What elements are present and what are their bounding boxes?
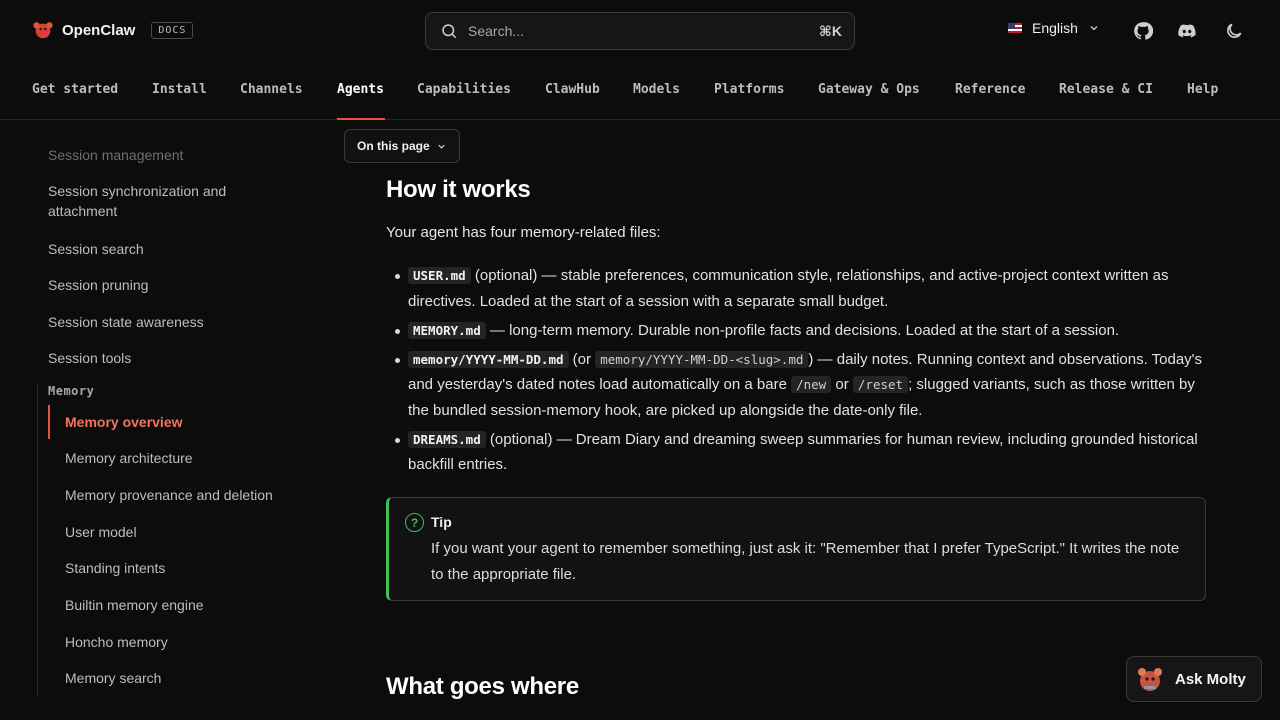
active-tab-indicator [337, 118, 385, 120]
on-this-page-button[interactable]: On this page [344, 129, 460, 163]
ask-molty-button[interactable]: Ask Molty [1126, 656, 1262, 702]
tip-title: Tip [431, 514, 452, 530]
sidebar-item-session-state-awareness[interactable]: Session state awareness [48, 312, 268, 332]
on-this-page-label: On this page [357, 139, 430, 153]
tab-get-started[interactable]: Get started [32, 82, 118, 97]
sidebar-item-session-pruning[interactable]: Session pruning [48, 275, 268, 295]
top-bar: OpenClaw DOCS Search... ⌘K English [0, 0, 1280, 62]
heading-how-it-works: How it works [386, 176, 531, 203]
sidebar-item-standing-intents[interactable]: Standing intents [65, 558, 165, 578]
discord-icon[interactable] [1177, 21, 1197, 41]
tab-release-ci[interactable]: Release & CI [1059, 82, 1153, 97]
sidebar-item-session-search[interactable]: Session search [48, 239, 268, 259]
list-item: USER.md (optional) — stable preferences,… [386, 263, 1206, 314]
tab-models[interactable]: Models [633, 82, 680, 97]
tip-callout: ? Tip If you want your agent to remember… [386, 497, 1206, 601]
tab-install[interactable]: Install [152, 82, 207, 97]
sidebar-item-session-management[interactable]: Session management [48, 145, 268, 165]
moon-icon[interactable] [1224, 21, 1244, 41]
logo[interactable]: OpenClaw DOCS [32, 19, 194, 41]
search-input[interactable]: Search... ⌘K [425, 12, 855, 50]
tab-gateway-ops[interactable]: Gateway & Ops [818, 82, 920, 97]
list-item: MEMORY.md — long-term memory. Durable no… [386, 318, 1206, 344]
molty-avatar-icon [1138, 668, 1162, 691]
language-selector[interactable]: English [1008, 20, 1100, 36]
question-icon: ? [405, 513, 424, 532]
inline-code: memory/YYYY-MM-DD.md [408, 350, 569, 368]
tab-platforms[interactable]: Platforms [714, 82, 784, 97]
sidebar-item-builtin-memory-engine[interactable]: Builtin memory engine [65, 595, 204, 615]
sidebar-section-memory: Memory [48, 384, 95, 398]
memory-files-list: USER.md (optional) — stable preferences,… [386, 263, 1206, 481]
sidebar-item-session-synchronization[interactable]: Session synchronization and attachment [48, 181, 268, 221]
sidebar: Session management Session synchronizati… [0, 121, 340, 720]
tab-agents[interactable]: Agents [337, 82, 384, 97]
tab-help[interactable]: Help [1187, 82, 1218, 97]
chevron-down-icon [1090, 26, 1098, 31]
sidebar-item-memory-overview[interactable]: Memory overview [65, 412, 183, 432]
inline-code: DREAMS.md [408, 430, 486, 448]
brand-name: OpenClaw [62, 21, 136, 39]
inline-code: memory/YYYY-MM-DD-<slug>.md [595, 350, 809, 368]
docs-badge: DOCS [151, 21, 194, 39]
sidebar-active-indicator [48, 405, 50, 439]
nav-tabs: Get started Install Channels Agents Capa… [0, 62, 1280, 120]
github-icon[interactable] [1133, 21, 1153, 41]
tab-capabilities[interactable]: Capabilities [417, 82, 511, 97]
inline-code: /reset [852, 376, 909, 393]
sidebar-item-session-tools[interactable]: Session tools [48, 348, 268, 368]
inline-code: MEMORY.md [408, 321, 486, 339]
inline-code: /new [791, 376, 832, 393]
us-flag-icon [1008, 23, 1022, 33]
ask-molty-label: Ask Molty [1175, 670, 1246, 688]
tab-channels[interactable]: Channels [240, 82, 303, 97]
sidebar-nest-line [37, 385, 38, 695]
sidebar-item-honcho-memory[interactable]: Honcho memory [65, 632, 168, 652]
inline-code: USER.md [408, 267, 471, 284]
list-item: memory/YYYY-MM-DD.md (or memory/YYYY-MM-… [386, 347, 1206, 424]
chevron-down-icon [438, 144, 445, 149]
tab-reference[interactable]: Reference [955, 82, 1025, 97]
language-label: English [1032, 20, 1078, 36]
list-item: DREAMS.md (optional) — Dream Diary and d… [386, 427, 1206, 478]
search-icon [442, 24, 457, 39]
search-shortcut: ⌘K [818, 22, 842, 39]
tip-body: If you want your agent to remember somet… [431, 540, 1180, 583]
sidebar-item-memory-architecture[interactable]: Memory architecture [65, 448, 193, 468]
sidebar-item-memory-provenance[interactable]: Memory provenance and deletion [65, 485, 273, 505]
heading-what-goes-where: What goes where [386, 673, 579, 700]
sidebar-item-user-model[interactable]: User model [65, 522, 137, 542]
sidebar-item-memory-search[interactable]: Memory search [65, 668, 161, 688]
intro-paragraph: Your agent has four memory-related files… [386, 224, 661, 241]
lobster-logo-icon [33, 22, 53, 39]
tab-clawhub[interactable]: ClawHub [545, 82, 600, 97]
search-placeholder: Search... [468, 23, 525, 39]
